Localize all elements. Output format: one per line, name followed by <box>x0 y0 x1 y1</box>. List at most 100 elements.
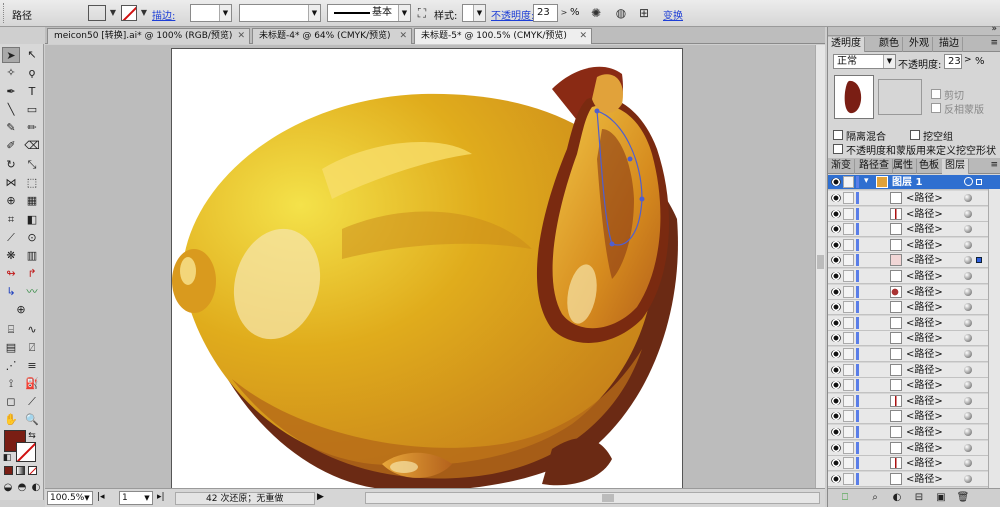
create-sublayer-icon[interactable]: ⊟ <box>912 492 926 504</box>
next-artboard-icon[interactable]: ▸| <box>157 492 165 502</box>
crosshair-icon[interactable]: ⊕ <box>12 302 30 318</box>
layer-path-row[interactable]: <路径> <box>828 440 1000 456</box>
tab-transparency[interactable]: 透明度 <box>828 37 865 52</box>
lock-toggle[interactable] <box>843 285 854 298</box>
type-tool-icon[interactable]: T <box>23 84 41 100</box>
tab-attributes[interactable]: 属性 <box>890 159 917 174</box>
align-tool-icon[interactable]: ≡ <box>23 358 41 374</box>
eyedropper-icon[interactable]: ⟋ <box>2 230 20 246</box>
isolate-blending-checkbox[interactable] <box>833 130 843 140</box>
perspective-grid-icon[interactable]: ▦ <box>23 193 41 209</box>
blend-tool-icon[interactable]: ⊙ <box>23 230 41 246</box>
direct-selection-tool-icon[interactable]: ↖ <box>23 47 41 63</box>
lock-toggle[interactable] <box>843 207 854 220</box>
tab-color[interactable]: 颜色 <box>876 37 903 52</box>
path-name[interactable]: <路径> <box>906 223 943 236</box>
variable-width-field[interactable]: ▼ <box>239 4 321 22</box>
shape-builder-icon[interactable]: ⊕ <box>2 193 20 209</box>
gradient-mode-icon[interactable] <box>16 466 25 475</box>
close-icon[interactable]: ✕ <box>579 29 587 43</box>
target-icon[interactable] <box>964 287 972 296</box>
horizontal-scroll-thumb[interactable] <box>602 494 614 502</box>
visibility-eye-icon[interactable] <box>831 256 841 265</box>
tab-appearance[interactable]: 外观 <box>906 37 933 52</box>
doc-tab-1[interactable]: meicon50 [转换].ai* @ 100% (RGB/预览) ✕ <box>47 28 250 44</box>
rectangle-tool-icon[interactable]: ▭ <box>23 102 41 118</box>
layer-path-row[interactable]: <路径> <box>828 331 1000 347</box>
lock-toggle[interactable] <box>843 394 854 407</box>
path-name[interactable]: <路径> <box>906 254 943 267</box>
tab-pathfinder[interactable]: 路径查 <box>856 159 893 174</box>
lock-toggle[interactable] <box>843 238 854 251</box>
layer-path-row[interactable]: <路径> <box>828 456 1000 472</box>
roast-turkey-illustration[interactable] <box>172 49 683 488</box>
path-name[interactable]: <路径> <box>906 395 943 408</box>
path-name[interactable]: <路径> <box>906 473 943 486</box>
clip-checkbox[interactable] <box>931 89 941 99</box>
path-smooth-icon[interactable]: 〰 <box>23 284 41 300</box>
visibility-eye-icon[interactable] <box>831 396 841 405</box>
path-name[interactable]: <路径> <box>906 457 943 470</box>
stroke-weight-field[interactable]: ▼ <box>190 4 232 22</box>
layer-path-row[interactable]: <路径> <box>828 425 1000 440</box>
default-colors-icon[interactable]: ◧ <box>1 450 13 466</box>
visibility-eye-icon[interactable] <box>831 365 841 374</box>
object-thumbnail[interactable] <box>834 75 874 119</box>
magic-wand-icon[interactable]: ✧ <box>2 65 20 81</box>
target-icon[interactable] <box>964 318 972 327</box>
artboard[interactable] <box>171 48 683 488</box>
expand-triangle-icon[interactable]: ▾ <box>864 176 869 186</box>
layer-path-row[interactable]: <路径> <box>828 393 1000 409</box>
none-mode-icon[interactable] <box>28 466 37 475</box>
lock-toggle[interactable] <box>843 363 854 376</box>
align-icon[interactable]: ⊞ <box>636 5 652 21</box>
lock-toggle[interactable] <box>843 316 854 329</box>
draw-normal-icon[interactable]: ◒ <box>1 480 15 496</box>
visibility-eye-icon[interactable] <box>831 287 841 296</box>
tab-swatches[interactable]: 色板 <box>916 159 943 174</box>
pen-tool-icon[interactable]: ✒ <box>2 84 20 100</box>
lock-toggle[interactable] <box>843 332 854 345</box>
close-icon[interactable]: ✕ <box>237 29 245 43</box>
layer-path-row[interactable]: <路径> <box>828 284 1000 300</box>
visibility-eye-icon[interactable] <box>831 240 841 249</box>
stroke-color-box[interactable] <box>16 442 36 462</box>
fill-swatch[interactable] <box>88 5 106 21</box>
prev-artboard-icon[interactable]: |◂ <box>97 492 105 502</box>
style-swatch[interactable]: ▼ <box>462 4 486 22</box>
lock-toggle[interactable] <box>843 270 854 282</box>
path-name[interactable]: <路径> <box>906 192 943 205</box>
opacity-input[interactable]: 23 <box>944 54 962 69</box>
canvas-area[interactable] <box>45 45 815 488</box>
opacity-stepper[interactable]: > <box>964 55 972 65</box>
artboard-tool-icon[interactable]: ⌸ <box>2 322 20 338</box>
delete-icon[interactable]: 🗑 <box>956 492 970 504</box>
knife-icon[interactable]: ⟋ <box>23 394 41 410</box>
live-paint-icon[interactable]: ⛽ <box>23 376 41 392</box>
visibility-eye-icon[interactable] <box>831 428 841 436</box>
visibility-eye-icon[interactable] <box>831 459 841 468</box>
hand-tool-icon[interactable]: ✋ <box>2 412 20 428</box>
path-name[interactable]: <路径> <box>906 442 943 455</box>
paintbrush-icon[interactable]: ✎ <box>2 120 20 136</box>
opacity-field[interactable]: 23 <box>533 4 558 22</box>
color-mode-icon[interactable] <box>4 466 13 475</box>
target-icon[interactable] <box>964 428 972 436</box>
transform-link[interactable]: 变换 <box>663 7 683 22</box>
zoom-field[interactable]: 100.5% ▼ <box>47 491 93 505</box>
lock-toggle[interactable] <box>843 348 854 360</box>
layer-path-row[interactable]: <路径> <box>828 253 1000 269</box>
column-graph-icon[interactable]: ▥ <box>23 248 41 264</box>
target-icon[interactable] <box>964 365 972 374</box>
measure-tool-icon[interactable]: ⟟ <box>2 376 20 392</box>
layers-scrollbar[interactable] <box>988 189 1000 499</box>
target-icon[interactable] <box>964 459 972 468</box>
mesh-tool-icon[interactable]: ⌗ <box>2 212 20 228</box>
stroke-swatch-none[interactable] <box>121 5 137 21</box>
stroke-dropdown-arrow[interactable]: ▼ <box>138 5 150 21</box>
panel-menu-icon[interactable]: ≡ <box>990 38 998 48</box>
visibility-eye-icon[interactable] <box>831 272 841 280</box>
invert-mask-checkbox[interactable] <box>931 103 941 113</box>
panel-dock-header[interactable]: » <box>828 24 1000 36</box>
graphic-style-icon[interactable]: ✺ <box>588 5 604 21</box>
